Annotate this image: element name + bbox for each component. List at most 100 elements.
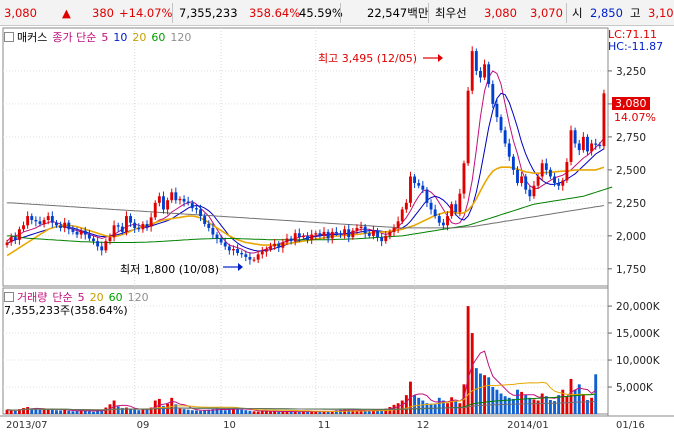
volume-bar — [75, 411, 79, 414]
candle-body — [248, 256, 252, 260]
candle-body — [334, 231, 338, 234]
candle-body — [553, 176, 556, 184]
volume-bar — [71, 411, 75, 414]
ma-60-label: 60 — [151, 31, 166, 44]
candle-body — [330, 231, 334, 239]
x-tick-label: 11 — [318, 420, 331, 431]
candle-body — [182, 198, 186, 202]
trade-amount: 22,547백만 — [367, 6, 429, 20]
candle-body — [100, 246, 104, 251]
high-label: 고 — [630, 6, 641, 20]
candle-body — [322, 231, 326, 236]
candle-body — [108, 237, 112, 242]
candle-body — [466, 90, 470, 164]
volume-bar — [491, 387, 495, 414]
candle-body — [404, 202, 408, 210]
candle-body — [581, 136, 585, 151]
high-price: 3,10 — [648, 6, 674, 20]
candle-body — [46, 216, 50, 221]
price-panel-frame — [2, 27, 609, 287]
y-tick-label: 3,250 — [616, 66, 646, 78]
volume-bar — [248, 410, 252, 414]
candle-body — [516, 169, 519, 184]
candle-body — [297, 233, 301, 238]
candle-body — [67, 222, 71, 230]
volume-bar — [219, 409, 223, 414]
volume-bar — [13, 410, 17, 414]
candle-body — [157, 196, 161, 203]
open-label: 시 — [572, 6, 583, 20]
x-tick-label: 2013/07 — [6, 420, 48, 431]
volume-menu-icon[interactable] — [4, 292, 14, 302]
candle-body — [96, 241, 100, 247]
volume-bar — [528, 397, 532, 414]
stock-chart[interactable]: 2013/07 09 10 11 12 2014/01 01/16 1,750 2,000 2,2… — [0, 26, 674, 432]
volume-bar — [178, 408, 182, 414]
candle-body — [306, 235, 309, 240]
volume-bar — [5, 409, 9, 414]
candle-body — [34, 220, 38, 222]
candle-body — [454, 204, 458, 213]
volume-bar — [186, 409, 190, 414]
volume-bar — [483, 375, 487, 414]
candle-body — [30, 216, 34, 221]
volume-bar — [306, 411, 309, 414]
turnover-rate: 45.59% — [299, 6, 343, 20]
volume-bar — [293, 411, 297, 414]
candle-body — [190, 202, 194, 209]
candle-body — [363, 226, 367, 234]
candle-body — [92, 238, 95, 242]
candle-body — [170, 192, 174, 201]
candle-body — [462, 163, 466, 194]
volume-bar — [503, 396, 507, 414]
candle-body — [351, 230, 355, 238]
volume-bar — [141, 409, 145, 414]
candle-body — [236, 249, 240, 254]
candle-body — [458, 193, 462, 213]
volume-bar — [450, 397, 454, 414]
volume-bar — [499, 393, 503, 414]
candle-body — [318, 233, 322, 236]
candle-body — [277, 243, 281, 248]
candle-body — [289, 238, 293, 242]
candle-body — [232, 249, 235, 251]
volume-bar — [404, 395, 408, 414]
candle-body — [104, 241, 108, 251]
candle-body — [396, 221, 400, 228]
x-tick-label: 09 — [137, 420, 150, 431]
volume-bar — [42, 409, 46, 414]
chart-menu-icon[interactable] — [4, 32, 14, 42]
volume-bar — [252, 411, 256, 414]
trade-volume: 7,355,233 — [179, 6, 238, 20]
current-price: 3,080 — [4, 6, 37, 20]
candle-body — [223, 242, 227, 247]
candle-body — [569, 130, 573, 162]
candle-body — [524, 176, 528, 190]
volume-bar — [34, 409, 38, 414]
volume-bar — [137, 410, 141, 414]
candle-body — [388, 231, 392, 236]
ma-label: 종가 단순 — [52, 31, 97, 44]
volume-bar — [264, 411, 268, 414]
candle-body — [503, 130, 507, 144]
candle-body — [359, 226, 363, 228]
candle-body — [116, 225, 120, 227]
candle-body — [400, 209, 404, 222]
volume-bar — [199, 410, 202, 414]
candle-body — [544, 163, 548, 170]
divider — [566, 3, 567, 23]
candle-body — [38, 221, 42, 224]
volume-bar — [256, 411, 260, 414]
open-price: 2,850 — [590, 6, 623, 20]
volume-bar — [67, 410, 71, 414]
candle-body — [178, 198, 182, 201]
candle-body — [174, 192, 178, 201]
volume-tick-label: 15,000K — [616, 328, 661, 340]
volume-bar — [433, 404, 437, 414]
volume-bar — [359, 411, 363, 414]
candle-body — [557, 183, 561, 186]
ma-120-label: 120 — [170, 31, 192, 44]
candle-body — [446, 216, 449, 226]
candle-body — [199, 209, 202, 217]
y-tick-label: 2,750 — [616, 132, 646, 144]
